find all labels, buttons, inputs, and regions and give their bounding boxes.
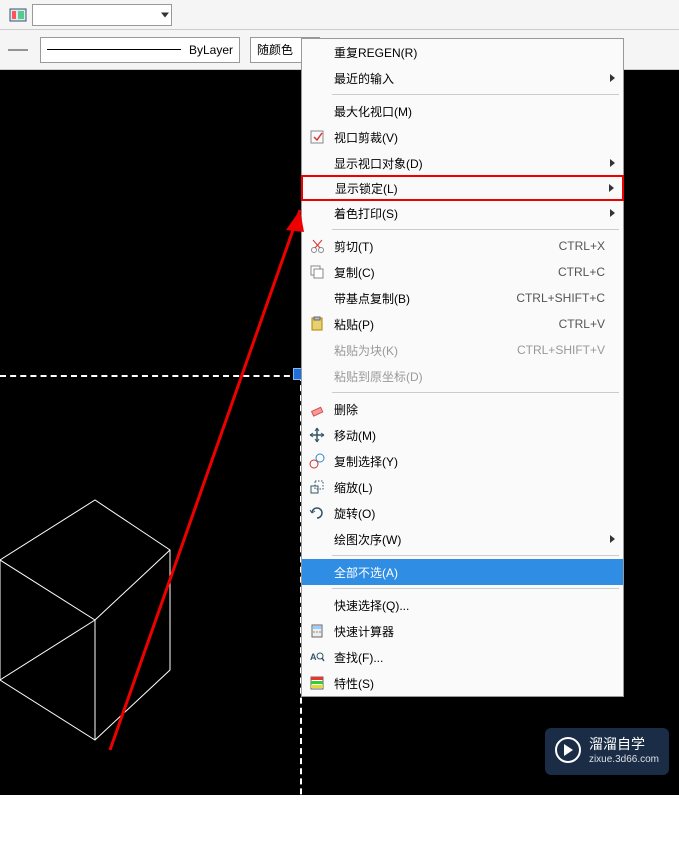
chevron-down-icon xyxy=(161,12,169,17)
menu-regen[interactable]: 重复REGEN(R) xyxy=(302,39,623,65)
layer-properties-icon[interactable] xyxy=(4,4,32,26)
menu-separator xyxy=(332,555,619,556)
shortcut-label: CTRL+X xyxy=(559,239,623,253)
play-icon xyxy=(555,737,581,763)
menu-maximize-viewport[interactable]: 最大化视口(M) xyxy=(302,98,623,124)
copy-icon xyxy=(302,264,332,280)
menu-copy[interactable]: 复制(C) CTRL+C xyxy=(302,259,623,285)
chevron-right-icon xyxy=(610,535,615,543)
menu-viewport-clip[interactable]: 视口剪裁(V) xyxy=(302,124,623,150)
context-menu: 重复REGEN(R) 最近的输入 最大化视口(M) 视口剪裁(V) 显示视口对象… xyxy=(301,38,624,697)
properties-icon xyxy=(302,675,332,691)
svg-text:A: A xyxy=(310,652,317,662)
chevron-right-icon xyxy=(609,184,614,192)
shortcut-label: CTRL+V xyxy=(559,317,623,331)
menu-paste-to-origin: 粘贴到原坐标(D) xyxy=(302,363,623,389)
menu-find[interactable]: A 查找(F)... xyxy=(302,644,623,670)
copy-selection-icon xyxy=(302,453,332,469)
menu-copy-basepoint[interactable]: 带基点复制(B) CTRL+SHIFT+C xyxy=(302,285,623,311)
scissors-icon xyxy=(302,238,332,254)
menu-show-lock[interactable]: 显示锁定(L) xyxy=(301,175,624,201)
menu-scale[interactable]: 缩放(L) xyxy=(302,474,623,500)
menu-draworder[interactable]: 绘图次序(W) xyxy=(302,526,623,552)
chevron-right-icon xyxy=(610,74,615,82)
chevron-right-icon xyxy=(610,159,615,167)
shortcut-label: CTRL+SHIFT+V xyxy=(517,343,623,357)
linetype-icon[interactable] xyxy=(4,39,32,61)
move-icon xyxy=(302,427,332,443)
menu-paste[interactable]: 粘贴(P) CTRL+V xyxy=(302,311,623,337)
toolbar-row-1 xyxy=(0,0,679,30)
paste-icon xyxy=(302,316,332,332)
menu-paste-block: 粘贴为块(K) CTRL+SHIFT+V xyxy=(302,337,623,363)
menu-separator xyxy=(332,94,619,95)
color-label: 随颜色 xyxy=(257,41,293,58)
menu-quick-select[interactable]: 快速选择(Q)... xyxy=(302,592,623,618)
find-icon: A xyxy=(302,649,332,665)
menu-separator xyxy=(332,229,619,230)
watermark-url: zixue.3d66.com xyxy=(589,754,659,765)
menu-copy-selection[interactable]: 复制选择(Y) xyxy=(302,448,623,474)
menu-shade-plot[interactable]: 着色打印(S) xyxy=(302,200,623,226)
menu-quickcalc[interactable]: 快速计算器 xyxy=(302,618,623,644)
scale-icon xyxy=(302,479,332,495)
linetype-dropdown[interactable]: ByLayer xyxy=(40,37,240,63)
wireframe-object xyxy=(0,470,300,800)
shortcut-label: CTRL+C xyxy=(558,265,623,279)
menu-cut[interactable]: 剪切(T) CTRL+X xyxy=(302,233,623,259)
watermark-badge: 溜溜自学 zixue.3d66.com xyxy=(545,728,669,775)
menu-recent-input[interactable]: 最近的输入 xyxy=(302,65,623,91)
menu-move[interactable]: 移动(M) xyxy=(302,422,623,448)
menu-separator xyxy=(332,588,619,589)
menu-show-viewport-objects[interactable]: 显示视口对象(D) xyxy=(302,150,623,176)
erase-icon xyxy=(302,401,332,417)
watermark-title: 溜溜自学 xyxy=(589,734,659,754)
rotate-icon xyxy=(302,505,332,521)
layer-dropdown[interactable] xyxy=(32,4,172,26)
menu-deselect-all[interactable]: 全部不选(A) xyxy=(302,559,623,585)
menu-rotate[interactable]: 旋转(O) xyxy=(302,500,623,526)
calculator-icon xyxy=(302,623,332,639)
menu-erase[interactable]: 删除 xyxy=(302,396,623,422)
linetype-label: ByLayer xyxy=(189,43,233,57)
chevron-right-icon xyxy=(610,209,615,217)
line-preview xyxy=(47,49,181,50)
clip-icon xyxy=(302,129,332,145)
crosshair-horizontal xyxy=(0,375,300,377)
menu-properties[interactable]: 特性(S) xyxy=(302,670,623,696)
menu-separator xyxy=(332,392,619,393)
shortcut-label: CTRL+SHIFT+C xyxy=(516,291,623,305)
